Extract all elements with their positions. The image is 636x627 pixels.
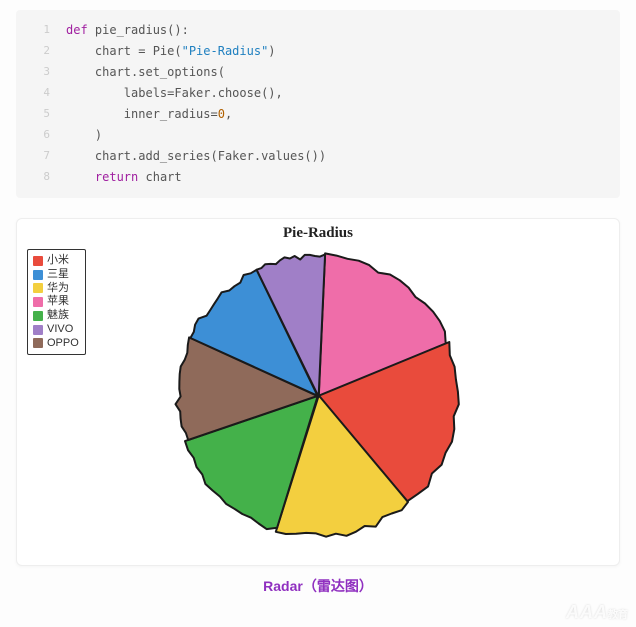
code-line: 3 chart.set_options( bbox=[30, 62, 606, 83]
chart-legend: 小米三星华为苹果魅族VIVOOPPO bbox=[27, 249, 86, 355]
legend-item: 魅族 bbox=[33, 309, 79, 323]
legend-label: VIVO bbox=[47, 323, 73, 337]
chart-title: Pie-Radius bbox=[23, 225, 613, 242]
legend-swatch bbox=[33, 338, 43, 348]
footer-link[interactable]: Radar（雷达图） bbox=[16, 576, 620, 596]
code-line: 7 chart.add_series(Faker.values()) bbox=[30, 146, 606, 167]
pie-chart bbox=[23, 244, 613, 559]
legend-label: 三星 bbox=[47, 268, 69, 282]
legend-swatch bbox=[33, 270, 43, 280]
code-block: 1def pie_radius():2 chart = Pie("Pie-Rad… bbox=[16, 10, 620, 198]
legend-item: 小米 bbox=[33, 254, 79, 268]
legend-swatch bbox=[33, 256, 43, 266]
legend-label: 苹果 bbox=[47, 295, 69, 309]
legend-label: 华为 bbox=[47, 282, 69, 296]
legend-item: 三星 bbox=[33, 268, 79, 282]
legend-label: OPPO bbox=[47, 337, 79, 351]
legend-item: 华为 bbox=[33, 282, 79, 296]
chart-card: Pie-Radius 小米三星华为苹果魅族VIVOOPPO bbox=[16, 218, 620, 566]
code-line: 6 ) bbox=[30, 125, 606, 146]
code-line: 2 chart = Pie("Pie-Radius") bbox=[30, 41, 606, 62]
watermark: AAA教育 bbox=[566, 602, 628, 623]
code-line: 8 return chart bbox=[30, 167, 606, 188]
legend-swatch bbox=[33, 283, 43, 293]
legend-swatch bbox=[33, 297, 43, 307]
legend-label: 魅族 bbox=[47, 309, 69, 323]
legend-item: VIVO bbox=[33, 323, 79, 337]
legend-swatch bbox=[33, 311, 43, 321]
code-line: 5 inner_radius=0, bbox=[30, 104, 606, 125]
legend-item: 苹果 bbox=[33, 295, 79, 309]
code-line: 1def pie_radius(): bbox=[30, 20, 606, 41]
legend-swatch bbox=[33, 325, 43, 335]
legend-label: 小米 bbox=[47, 254, 69, 268]
code-line: 4 labels=Faker.choose(), bbox=[30, 83, 606, 104]
legend-item: OPPO bbox=[33, 337, 79, 351]
